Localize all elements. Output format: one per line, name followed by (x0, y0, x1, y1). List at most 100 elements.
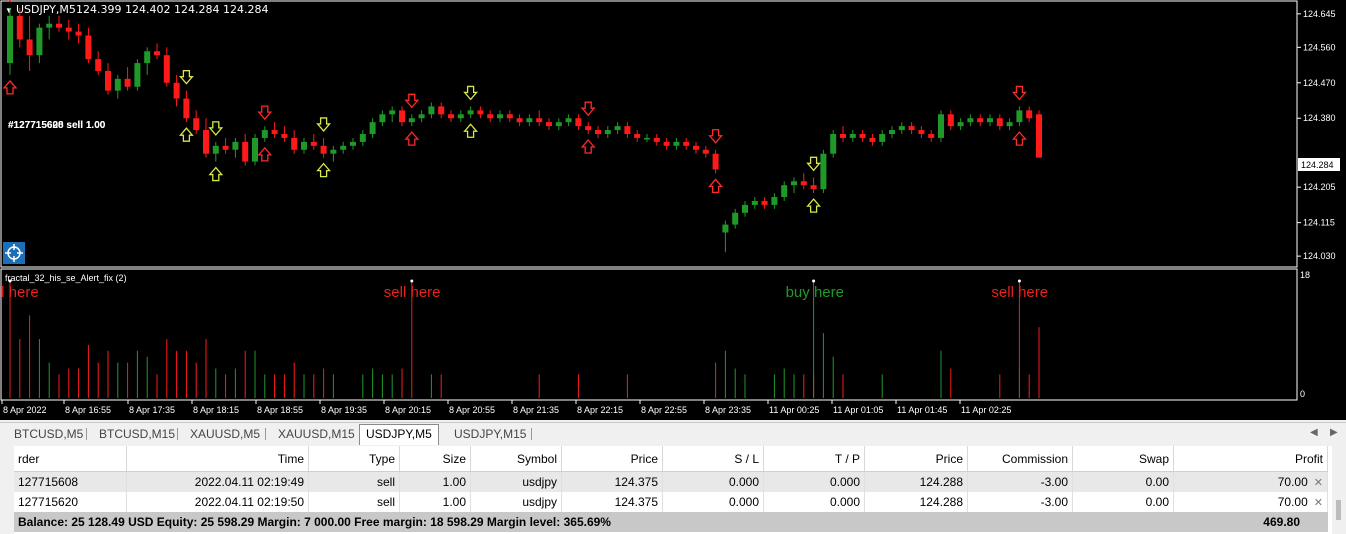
column-header-tp[interactable]: T / P (763, 446, 865, 472)
candle-body (771, 197, 778, 205)
candle-body (996, 118, 1003, 127)
cell-order: 127715620 (14, 492, 127, 512)
close-position-icon[interactable]: ✕ (1314, 497, 1323, 509)
scrollbar-thumb[interactable] (1336, 500, 1341, 520)
candle-body (1026, 110, 1033, 119)
tab-usdjpy-m5[interactable]: USDJPY,M5 (359, 424, 439, 445)
chart-header-ohlc: 124.399 124.402 124.284 124.284 (76, 3, 268, 16)
chart-window[interactable]: ▼ USDJPY,M5 124.399 124.402 124.284 124.… (0, 0, 1346, 420)
column-header-type[interactable]: Type (308, 446, 400, 472)
column-header-symbol[interactable]: Symbol (470, 446, 562, 472)
column-header-order[interactable]: rder (14, 446, 127, 472)
candle-body (683, 141, 690, 146)
column-header-sl[interactable]: S / L (662, 446, 764, 472)
column-header-profit[interactable]: Profit (1173, 446, 1328, 472)
price-tick-label: 124.115 (1303, 218, 1335, 228)
candle-body (418, 114, 425, 119)
time-tick-label: 8 Apr 22:55 (641, 405, 687, 415)
candle-body (781, 185, 788, 198)
candle-body (95, 59, 102, 71)
terminal-side-strip (0, 446, 14, 534)
candle-body (898, 126, 905, 131)
candle-body (271, 130, 278, 134)
candle-body (154, 51, 160, 56)
candle-body (614, 126, 621, 131)
profit-value: 70.00 (1277, 475, 1308, 489)
tab-btcusd-m15[interactable]: BTCUSD,M15 (93, 425, 181, 443)
indicator-axis-max: 18 (1300, 270, 1310, 280)
tab-separator (86, 428, 87, 440)
cell-time: 2022.04.11 02:19:49 (126, 471, 309, 492)
candle-body (222, 145, 229, 150)
price-tick-label: 124.645 (1303, 9, 1336, 19)
candle-body (281, 134, 288, 138)
candle-body (947, 114, 954, 127)
signal-dot (812, 279, 816, 283)
chart-canvas[interactable]: ▼ USDJPY,M5 124.399 124.402 124.284 124.… (0, 0, 1346, 420)
cell-price: 124.288 (864, 492, 968, 512)
tab-xauusd-m15[interactable]: XAUUSD,M15 (272, 425, 361, 443)
sell-arrow-icon (257, 105, 273, 121)
crosshair-button[interactable] (3, 242, 25, 264)
column-header-price[interactable]: Price (864, 446, 968, 472)
crosshair-icon (5, 244, 23, 262)
column-header-size[interactable]: Size (399, 446, 471, 472)
time-tick-label: 11 Apr 01:45 (897, 405, 947, 415)
indicator-title: fractal_32_his_se_Alert_fix (2) (5, 273, 127, 283)
tab-scroll-right-icon[interactable]: ▶ (1330, 427, 1338, 438)
candle-body (889, 130, 895, 134)
cell-open-price: 124.375 (561, 492, 663, 512)
column-header-time[interactable]: Time (126, 446, 309, 472)
column-header-swap[interactable]: Swap (1072, 446, 1174, 472)
sell-arrow-icon (404, 131, 420, 146)
column-header-commission[interactable]: Commission (967, 446, 1073, 472)
table-row[interactable]: 127715620 2022.04.11 02:19:50 sell 1.00 … (14, 492, 1328, 512)
candle-body (457, 114, 464, 119)
candle-body (46, 23, 53, 28)
candle-body (516, 118, 523, 123)
candle-body (869, 137, 876, 142)
candle-body (977, 118, 984, 123)
candle-body (624, 126, 631, 134)
table-row[interactable]: 127715608 2022.04.11 02:19:49 sell 1.00 … (14, 471, 1328, 492)
candle-body (438, 106, 445, 115)
tab-usdjpy-m15[interactable]: USDJPY,M15 (448, 425, 532, 443)
time-tick-label: 8 Apr 17:35 (129, 405, 175, 415)
candle-body (663, 141, 670, 146)
buy-arrow-icon (806, 198, 822, 213)
candle-body (310, 141, 317, 146)
time-tick-label: 11 Apr 01:05 (833, 405, 883, 415)
price-panel-frame (0, 0, 1298, 268)
cell-sl: 0.000 (662, 471, 764, 492)
candle-body (212, 145, 219, 154)
candle-body (193, 118, 200, 131)
candle-body (810, 185, 817, 190)
candle-body (320, 145, 327, 154)
candle-body (56, 23, 62, 28)
cell-size: 1.00 (399, 471, 471, 492)
tab-scroll-left-icon[interactable]: ◀ (1310, 427, 1318, 438)
price-tick-label: 124.205 (1303, 182, 1336, 192)
signal-dot (410, 279, 414, 283)
sell-arrow-icon (708, 129, 724, 144)
indicator-axis-min: 0 (1300, 389, 1305, 399)
tab-btcusd-m5[interactable]: BTCUSD,M5 (8, 425, 89, 443)
candle-body (369, 122, 376, 134)
time-tick-label: 8 Apr 23:35 (705, 405, 751, 415)
column-header-open-price[interactable]: Price (561, 446, 663, 472)
cell-time: 2022.04.11 02:19:50 (126, 492, 309, 512)
sell-arrow-icon (257, 146, 273, 162)
candle-body (908, 126, 915, 131)
candle-body (330, 149, 337, 154)
chart-menu-triangle-icon[interactable]: ▼ (5, 6, 13, 15)
close-position-icon[interactable]: ✕ (1314, 477, 1323, 489)
terminal-scrollbar[interactable] (1332, 446, 1346, 534)
sell-arrow-icon (1011, 85, 1027, 101)
candle-body (938, 114, 944, 138)
buy-arrow-icon (316, 162, 332, 178)
chart-header-symbol: USDJPY,M5 (16, 3, 76, 16)
time-tick-label: 8 Apr 18:15 (193, 405, 239, 415)
candle-body (340, 145, 347, 150)
tab-xauusd-m5[interactable]: XAUUSD,M5 (184, 425, 266, 443)
candle-body (634, 134, 641, 138)
